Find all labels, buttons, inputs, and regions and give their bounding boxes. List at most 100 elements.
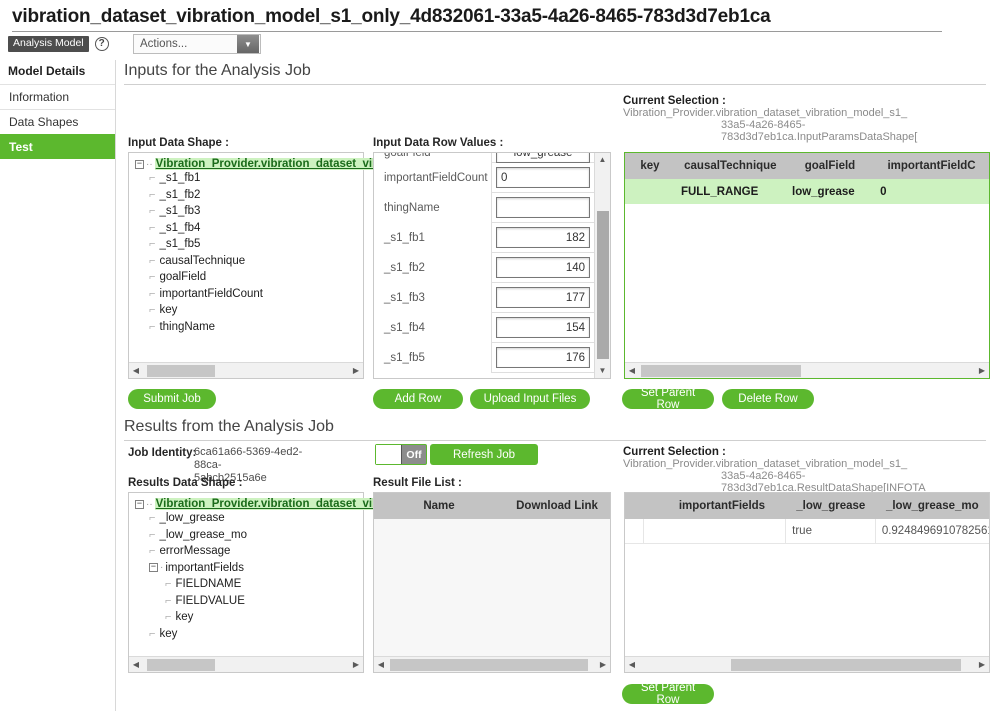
table-row[interactable]: true 0.9248496910782561 (625, 518, 989, 544)
tree-connector-icon: ⌐ (149, 528, 156, 541)
scroll-left-icon[interactable]: ◀ (625, 366, 639, 375)
scroll-track[interactable] (639, 363, 975, 379)
tree-node[interactable]: ⌐ importantFieldCount (135, 286, 363, 303)
input-field-s1-fb2[interactable] (496, 257, 590, 278)
add-row-button[interactable]: Add Row (373, 389, 463, 409)
upload-input-files-button[interactable]: Upload Input Files (470, 389, 590, 409)
column-header-key[interactable]: key (625, 160, 675, 172)
submit-job-button[interactable]: Submit Job (128, 389, 216, 409)
input-field-s1-fb1[interactable] (496, 227, 590, 248)
input-row[interactable]: _s1_fb2 (374, 252, 594, 283)
delete-row-button[interactable]: Delete Row (722, 389, 814, 409)
column-header-name[interactable]: Name (374, 500, 504, 512)
tree-node[interactable]: ⌐ _s1_fb4 (135, 220, 363, 237)
scroll-track[interactable] (388, 657, 596, 673)
input-row[interactable]: _s1_fb1 (374, 222, 594, 253)
tree-node[interactable]: ⌐ _s1_fb1 (135, 170, 363, 187)
horizontal-scrollbar[interactable]: ◀ ▶ (625, 362, 989, 378)
input-row[interactable]: importantFieldCount (374, 162, 594, 193)
column-header-goalField[interactable]: goalField (786, 160, 874, 172)
input-field-goalField[interactable] (496, 153, 590, 163)
scroll-up-icon[interactable]: ▲ (595, 153, 610, 167)
scroll-right-icon[interactable]: ▶ (349, 366, 363, 375)
input-field-thingName[interactable] (496, 197, 590, 218)
input-row[interactable]: goalField (374, 153, 594, 163)
tree-node[interactable]: ⌐ errorMessage (135, 543, 363, 560)
sidebar-item-information[interactable]: Information (0, 84, 115, 109)
scroll-right-icon[interactable]: ▶ (975, 660, 989, 669)
tree-node[interactable]: ⌐ FIELDVALUE (135, 593, 363, 610)
results-data-shape-tree-panel[interactable]: − ·· Vibration_Provider.vibration_datase… (128, 492, 399, 673)
horizontal-scrollbar[interactable]: ◀ ▶ (374, 656, 610, 672)
collapse-icon[interactable]: − (149, 563, 158, 573)
sidebar-item-test[interactable]: Test (0, 134, 115, 159)
vertical-scrollbar[interactable]: ▲ ▼ (594, 153, 610, 378)
input-row[interactable]: _s1_fb4 (374, 312, 594, 343)
toggle-knob[interactable] (376, 445, 402, 464)
column-header-low-grease-mo[interactable]: _low_grease_mo (876, 500, 989, 512)
sidebar-item-data-shapes[interactable]: Data Shapes (0, 109, 115, 134)
input-params-grid-panel[interactable]: key causalTechnique goalField importantF… (624, 152, 990, 379)
column-header-importantFieldCount[interactable]: importantFieldC (874, 160, 989, 172)
collapse-icon[interactable]: − (135, 159, 144, 169)
scroll-track[interactable] (143, 363, 349, 379)
scroll-down-icon[interactable]: ▼ (595, 364, 610, 378)
scroll-left-icon[interactable]: ◀ (129, 366, 143, 375)
horizontal-scrollbar[interactable]: ◀ ▶ (129, 656, 363, 672)
tree-node[interactable]: ⌐ key (135, 302, 363, 319)
input-row-values-panel[interactable]: goalField importantFieldCount thingName … (373, 152, 611, 379)
tree-node[interactable]: ⌐ key (135, 626, 363, 643)
column-header-causalTechnique[interactable]: causalTechnique (675, 160, 786, 172)
auto-refresh-toggle[interactable]: Off (375, 444, 427, 465)
results-set-parent-row-button[interactable]: Set Parent Row (622, 682, 714, 706)
tree-node[interactable]: ⌐ _low_grease (135, 510, 363, 527)
tree-root-node[interactable]: − ·· Vibration_Provider.vibration_datase… (135, 158, 399, 170)
refresh-job-button[interactable]: Refresh Job (430, 444, 538, 465)
horizontal-scrollbar[interactable]: ◀ ▶ (625, 656, 989, 672)
scroll-thumb[interactable] (390, 658, 588, 671)
horizontal-scrollbar[interactable]: ◀ ▶ (129, 362, 363, 378)
tree-root-node[interactable]: − ·· Vibration_Provider.vibration_datase… (135, 498, 399, 510)
tree-node[interactable]: ⌐ _s1_fb2 (135, 187, 363, 204)
tree-node[interactable]: ⌐ thingName (135, 319, 363, 336)
tree-node[interactable]: ⌐ _low_grease_mo (135, 527, 363, 544)
scroll-thumb[interactable] (731, 658, 961, 671)
collapse-icon[interactable]: − (135, 499, 144, 509)
input-row[interactable]: _s1_fb3 (374, 282, 594, 313)
set-parent-row-button[interactable]: Set Parent Row (622, 387, 714, 411)
input-row[interactable]: thingName (374, 192, 594, 223)
input-data-shape-tree-panel[interactable]: − ·· Vibration_Provider.vibration_datase… (128, 152, 399, 379)
scroll-thumb[interactable] (641, 364, 801, 377)
column-header-low-grease[interactable]: _low_grease (786, 500, 876, 512)
scroll-right-icon[interactable]: ▶ (975, 366, 989, 375)
scroll-left-icon[interactable]: ◀ (625, 660, 639, 669)
tree-node[interactable]: ⌐ FIELDNAME (135, 576, 363, 593)
scroll-thumb[interactable] (147, 364, 215, 377)
scroll-thumb[interactable] (597, 211, 609, 359)
scroll-thumb[interactable] (147, 658, 215, 671)
scroll-track[interactable] (143, 657, 349, 673)
column-header-importantFields[interactable]: importantFields (658, 500, 786, 512)
scroll-left-icon[interactable]: ◀ (374, 660, 388, 669)
tree-node[interactable]: ⌐ causalTechnique (135, 253, 363, 270)
input-field-importantFieldCount[interactable] (496, 167, 590, 188)
tree-node[interactable]: − · importantFields (135, 560, 363, 577)
result-file-list-panel[interactable]: Name Download Link ◀ ▶ (373, 492, 611, 673)
scroll-track[interactable] (639, 657, 975, 673)
column-header-download-link[interactable]: Download Link (504, 500, 610, 512)
actions-dropdown[interactable]: Actions... ▼ (133, 34, 261, 54)
help-icon[interactable]: ? (94, 37, 109, 51)
input-field-s1-fb4[interactable] (496, 317, 590, 338)
tree-node[interactable]: ⌐ _s1_fb3 (135, 203, 363, 220)
input-field-s1-fb3[interactable] (496, 287, 590, 308)
tree-node[interactable]: ⌐ key (135, 609, 363, 626)
scroll-left-icon[interactable]: ◀ (129, 660, 143, 669)
scroll-right-icon[interactable]: ▶ (596, 660, 610, 669)
table-row[interactable]: FULL_RANGE low_grease 0 (625, 179, 989, 204)
scroll-right-icon[interactable]: ▶ (349, 660, 363, 669)
input-field-s1-fb5[interactable] (496, 347, 590, 368)
results-grid-panel[interactable]: importantFields _low_grease _low_grease_… (624, 492, 990, 673)
tree-node[interactable]: ⌐ _s1_fb5 (135, 236, 363, 253)
tree-node[interactable]: ⌐ goalField (135, 269, 363, 286)
input-row[interactable]: _s1_fb5 (374, 342, 594, 373)
